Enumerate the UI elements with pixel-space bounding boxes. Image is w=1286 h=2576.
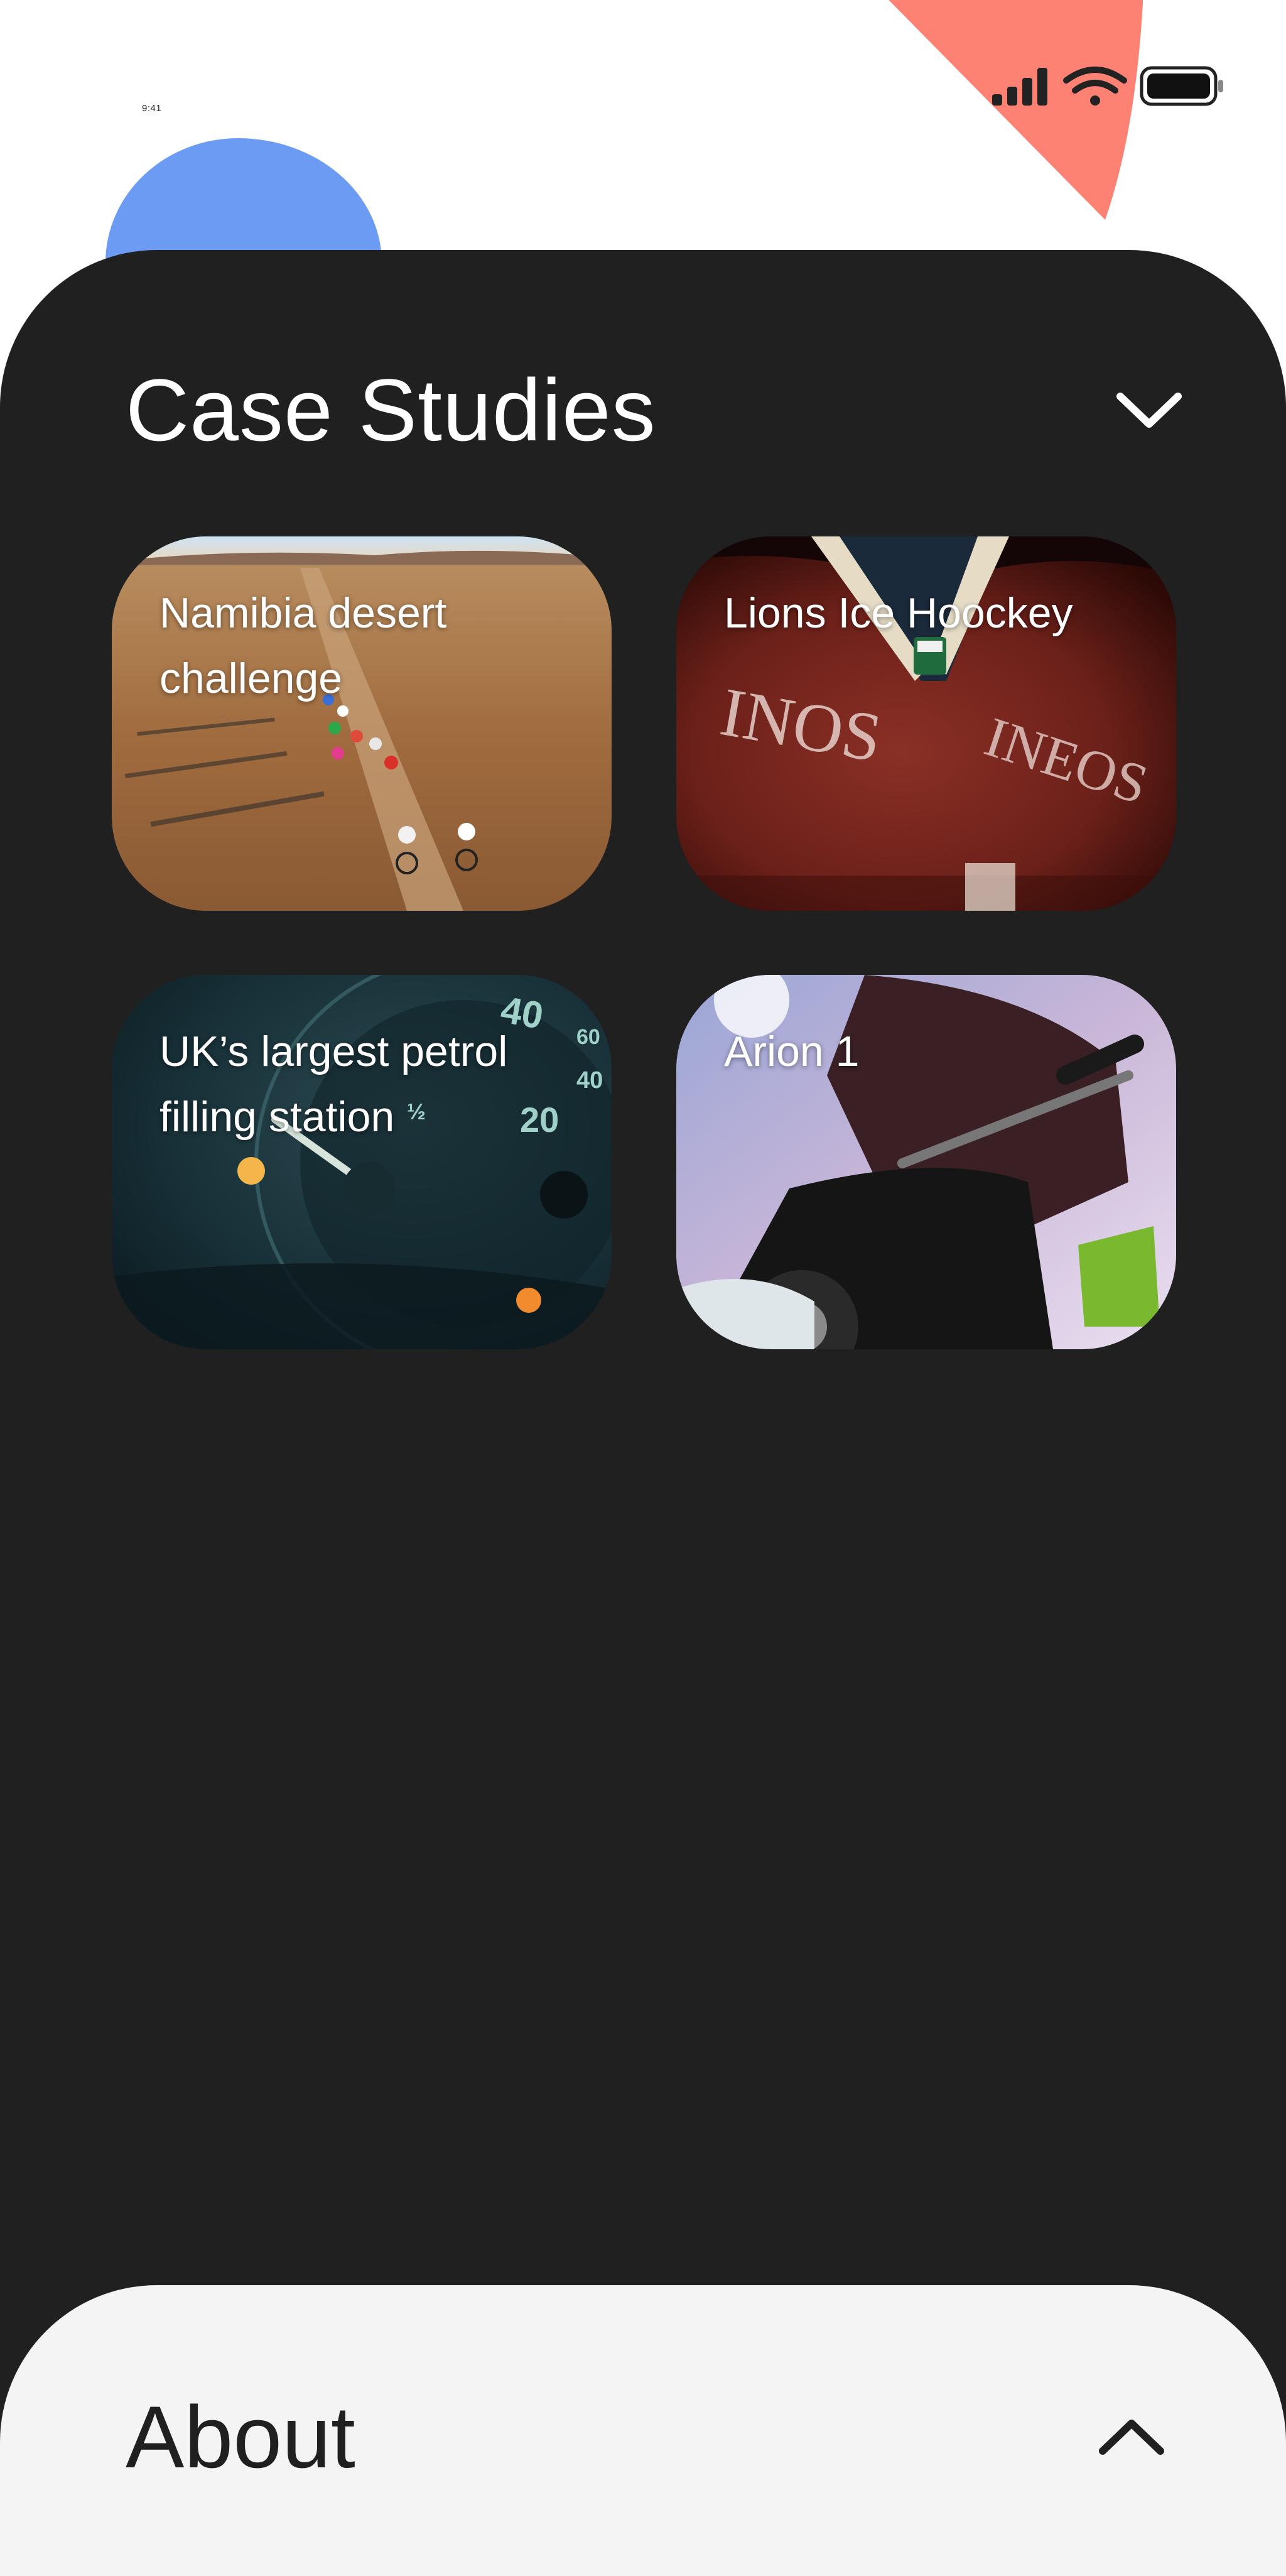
case-study-grid: Namibia desert challenge INOS INEOS Lion…: [112, 536, 1177, 1353]
case-study-label: Arion 1: [724, 1028, 860, 1075]
coral-blob-decoration: [889, 0, 1143, 220]
status-area: 9:41: [0, 0, 1286, 289]
case-studies-panel: Case Studies Namibia desert challenge IN…: [0, 250, 1286, 2576]
chevron-down-icon[interactable]: [1111, 372, 1187, 448]
case-study-card-lions-ice-hockey[interactable]: INOS INEOS Lions Ice Hoockey: [676, 536, 1176, 911]
cellular-signal-icon: [992, 68, 1047, 106]
case-study-label: Namibia desert challenge: [159, 589, 447, 702]
case-studies-header[interactable]: Case Studies: [126, 360, 1187, 460]
about-panel[interactable]: About: [0, 2285, 1286, 2576]
case-study-card-namibia[interactable]: Namibia desert challenge: [112, 536, 612, 911]
case-study-label: Lions Ice Hoockey: [724, 589, 1073, 637]
status-icons: [992, 66, 1223, 106]
case-study-label: UK’s largest petrol filling station: [159, 1028, 508, 1141]
case-study-card-petrol-station[interactable]: 40 60 40 20 ½ UK’s largest petrol fillin…: [112, 975, 612, 1349]
status-time: 9:41: [142, 103, 162, 114]
about-title: About: [126, 2388, 355, 2486]
wifi-icon: [1063, 67, 1127, 106]
case-studies-title: Case Studies: [126, 361, 656, 459]
chevron-up-icon[interactable]: [1094, 2399, 1169, 2475]
case-study-card-arion-1[interactable]: Arion 1: [676, 975, 1176, 1349]
battery-icon: [1140, 66, 1223, 106]
